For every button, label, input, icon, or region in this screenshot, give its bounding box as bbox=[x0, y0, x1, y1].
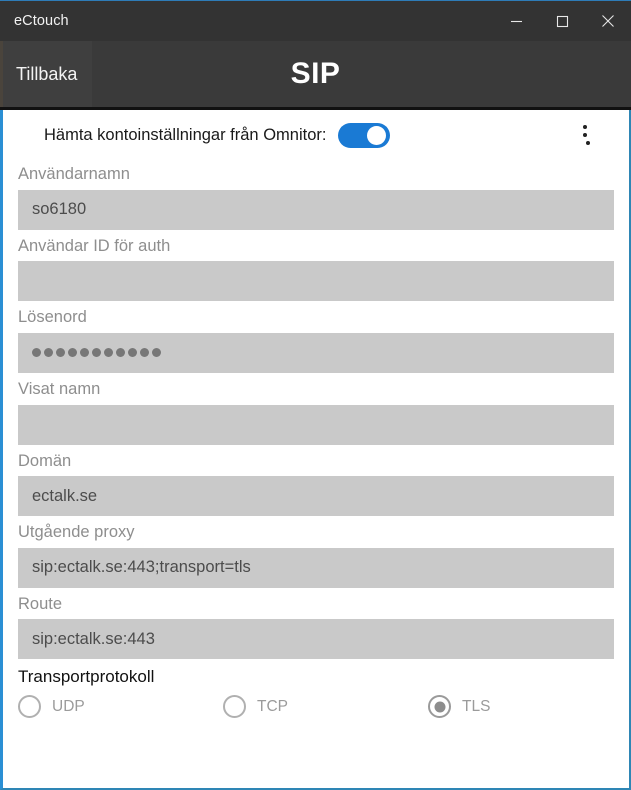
fetch-settings-toggle[interactable] bbox=[338, 122, 391, 148]
radio-option-udp[interactable]: UDP bbox=[18, 695, 223, 719]
toggle-knob bbox=[367, 125, 387, 145]
settings-body: Hämta kontoinställningar från Omnitor: A… bbox=[0, 110, 631, 790]
field-label: Route bbox=[18, 594, 63, 613]
radio-label-tcp: TCP bbox=[257, 697, 288, 715]
field-auth-user-id: Användar ID för auth bbox=[3, 232, 629, 302]
field-outbound-proxy: Utgående proxy sip:ectalk.se:443;transpo… bbox=[3, 518, 629, 588]
fetch-settings-label: Hämta kontoinställningar från Omnitor: bbox=[44, 125, 327, 144]
display-name-input[interactable] bbox=[18, 404, 614, 445]
field-label: Visat namn bbox=[18, 379, 101, 398]
password-dot bbox=[140, 348, 149, 358]
back-button[interactable]: Tillbaka bbox=[0, 41, 92, 107]
back-button-label: Tillbaka bbox=[16, 63, 78, 84]
page-title-container: SIP bbox=[92, 41, 631, 107]
field-username: Användarnamn so6180 bbox=[3, 160, 629, 230]
radio-icon-udp[interactable] bbox=[18, 695, 41, 719]
window-controls bbox=[493, 1, 631, 41]
password-dot bbox=[116, 348, 125, 358]
radio-icon-tcp[interactable] bbox=[223, 695, 246, 719]
password-dot bbox=[32, 348, 41, 358]
app-window: eCtouch Tillbaka SIP Hämta kontoinställn… bbox=[0, 0, 631, 790]
app-header: Tillbaka SIP bbox=[0, 41, 631, 110]
field-label: Lösenord bbox=[18, 308, 87, 327]
more-vertical-icon[interactable] bbox=[575, 121, 595, 149]
overflow-dot bbox=[583, 125, 587, 129]
domain-input[interactable]: ectalk.se bbox=[18, 476, 614, 517]
username-input[interactable]: so6180 bbox=[18, 189, 614, 230]
transport-protocol-options: UDP TCP TLS bbox=[18, 695, 614, 719]
password-dot bbox=[80, 348, 89, 358]
field-label: Domän bbox=[18, 451, 72, 470]
field-display-name: Visat namn bbox=[3, 375, 629, 445]
minimize-icon[interactable] bbox=[493, 1, 539, 41]
radio-label-tls: TLS bbox=[462, 697, 491, 715]
password-dot bbox=[92, 348, 101, 358]
password-dot bbox=[104, 348, 113, 358]
password-input[interactable] bbox=[18, 332, 614, 373]
route-input[interactable]: sip:ectalk.se:443 bbox=[18, 619, 614, 660]
window-title: eCtouch bbox=[14, 13, 69, 29]
transport-protocol-section: Transportprotokoll UDP TCP TLS bbox=[3, 661, 629, 719]
page-title: SIP bbox=[290, 57, 341, 90]
close-icon[interactable] bbox=[585, 1, 631, 41]
overflow-dot bbox=[586, 141, 590, 145]
fetch-settings-row: Hämta kontoinställningar från Omnitor: bbox=[3, 110, 629, 160]
password-dot bbox=[128, 348, 137, 358]
field-domain: Domän ectalk.se bbox=[3, 447, 629, 517]
password-dot bbox=[44, 348, 53, 358]
auth-user-id-input[interactable] bbox=[18, 261, 614, 302]
radio-option-tcp[interactable]: TCP bbox=[223, 695, 428, 719]
password-mask bbox=[32, 348, 161, 358]
radio-label-udp: UDP bbox=[52, 697, 85, 715]
field-label: Användarnamn bbox=[18, 165, 130, 183]
maximize-icon[interactable] bbox=[539, 1, 585, 41]
field-route: Route sip:ectalk.se:443 bbox=[3, 590, 629, 660]
password-dot bbox=[68, 348, 77, 358]
radio-option-tls[interactable]: TLS bbox=[428, 695, 629, 719]
title-bar: eCtouch bbox=[0, 0, 631, 41]
outbound-proxy-input[interactable]: sip:ectalk.se:443;transport=tls bbox=[18, 547, 614, 588]
password-dot bbox=[56, 348, 65, 358]
password-dot bbox=[152, 348, 161, 358]
field-password: Lösenord bbox=[3, 303, 629, 373]
overflow-dot bbox=[583, 133, 587, 137]
transport-protocol-title: Transportprotokoll bbox=[18, 667, 155, 687]
field-label: Användar ID för auth bbox=[18, 236, 171, 255]
field-label: Utgående proxy bbox=[18, 523, 135, 542]
radio-icon-tls[interactable] bbox=[428, 695, 451, 719]
